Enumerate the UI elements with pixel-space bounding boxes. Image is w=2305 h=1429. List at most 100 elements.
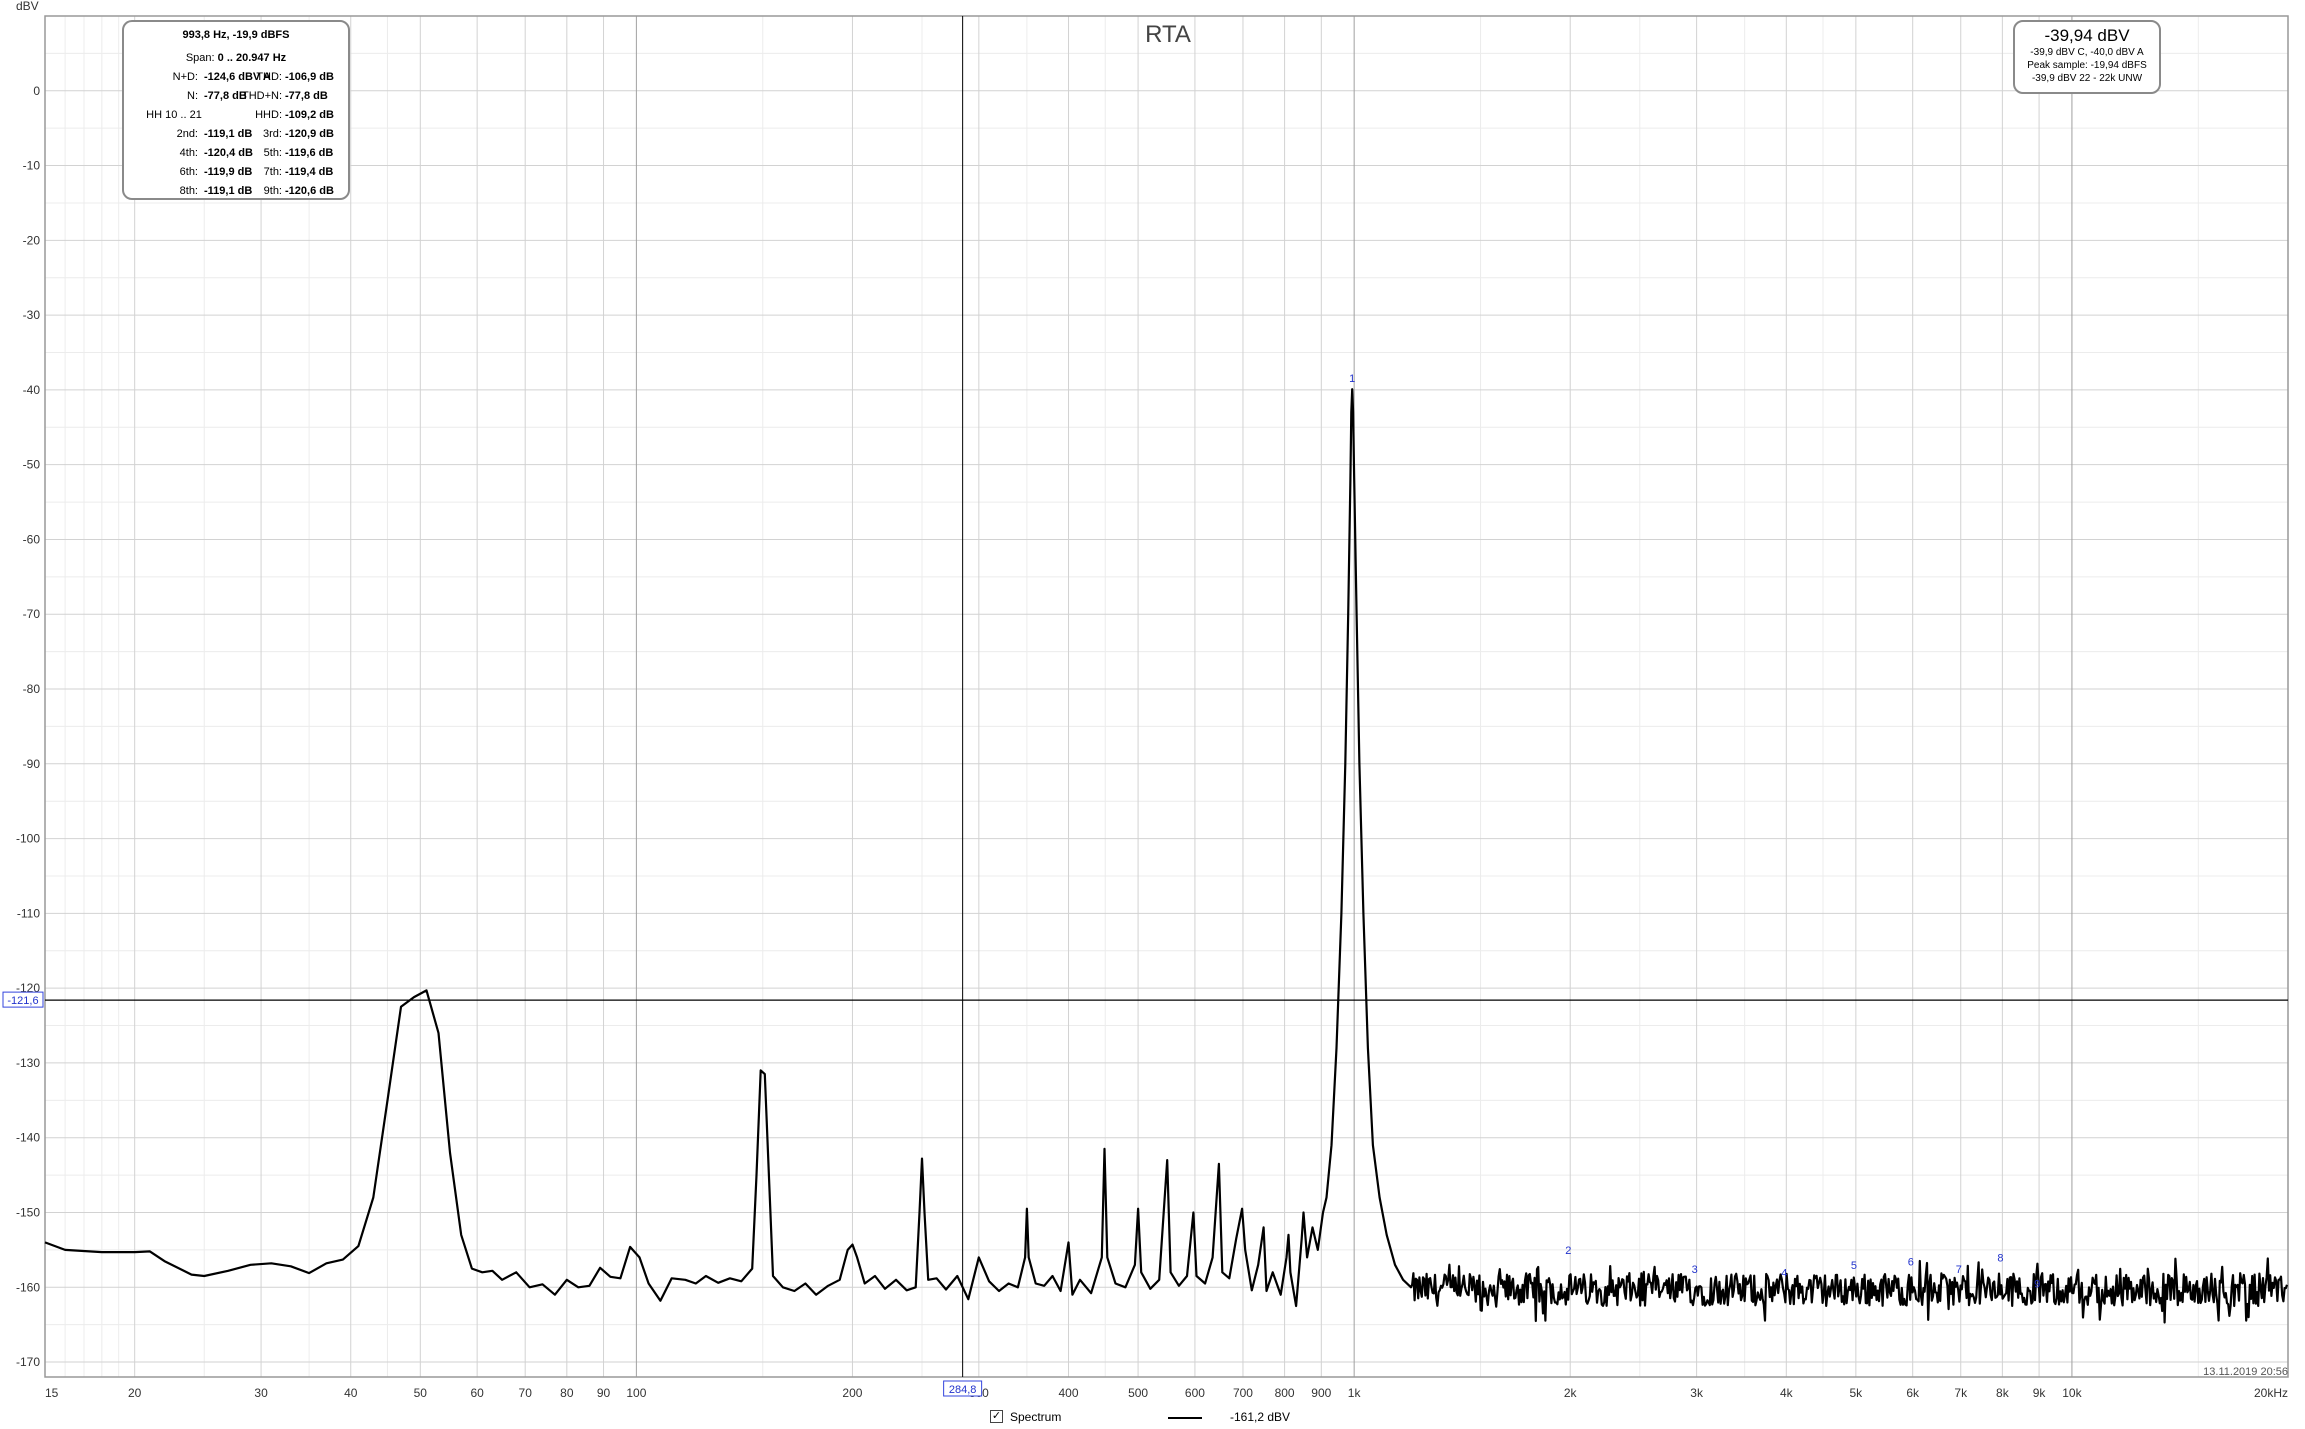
harmonic-marker-label: 5 (1851, 1260, 1857, 1272)
y-tick-label: -40 (23, 383, 41, 397)
level-peak-sample: Peak sample: -19,94 dBFS (2027, 60, 2147, 71)
stat-value: -119,4 dB (285, 166, 334, 178)
stat-value: -119,1 dB (204, 185, 253, 197)
stat-label: 3rd: (263, 128, 282, 140)
x-tick-label: 20kHz (2254, 1386, 2288, 1400)
span-label: Span: (185, 52, 215, 64)
y-tick-label: -70 (23, 607, 41, 621)
y-tick-label: -100 (16, 832, 40, 846)
rta-chart: 0 -10 -20 -30 -40 -50 -60 -70 -80 -90 -100 -110 -120… (2, 0, 2289, 1400)
x-tick-label: 20 (128, 1386, 142, 1400)
fundamental-readout: 993,8 Hz, -19,9 dBFS (182, 29, 290, 41)
x-tick-label: 1k (1348, 1386, 1362, 1400)
span-readout: Span: 0 .. 20.947 Hz (124, 49, 348, 68)
x-tick-label: 600 (1185, 1386, 1205, 1400)
span-value: 0 .. 20.947 Hz (217, 52, 287, 64)
harmonic-marker-label: 7 (1956, 1264, 1962, 1276)
y-tick-label: -140 (16, 1131, 40, 1145)
stat-value: -77,8 dB (285, 90, 328, 102)
legend-label: Spectrum (1010, 1410, 1062, 1424)
x-tick-label: 80 (560, 1386, 574, 1400)
harmonic-marker-label: 4 (1781, 1268, 1787, 1280)
y-tick-label: -20 (23, 233, 41, 247)
harmonic-marker-label: 8 (1997, 1253, 2003, 1265)
stat-label: N+D: (172, 71, 198, 83)
legend-value: -161,2 dBV (1230, 1410, 1291, 1424)
y-tick-label: -10 (23, 159, 41, 173)
x-tick-label: 4k (1780, 1386, 1794, 1400)
y-tick-label: 0 (33, 84, 40, 98)
x-tick-label: 3k (1690, 1386, 1704, 1400)
chart-title: RTA (1145, 21, 1191, 48)
stat-label: THD+N: (241, 90, 282, 102)
stat-value: -119,6 dB (285, 147, 334, 159)
distortion-stats-box: 993,8 Hz, -19,9 dBFS Span: 0 .. 20.947 H… (122, 20, 350, 200)
x-tick-label: 70 (519, 1386, 533, 1400)
x-tick-label: 50 (414, 1386, 428, 1400)
stats-row: 8th: -119,1 dB 9th: -120,6 dB (124, 182, 348, 201)
stats-row: 2nd: -119,1 dB 3rd: -120,9 dB (124, 125, 348, 144)
harmonic-marker-label: 6 (1908, 1256, 1914, 1268)
y-tick-labels: 0-10-20-30-40-50-60-70-80-90-100-110-120… (16, 84, 40, 1369)
spectrum-trace (44, 388, 2289, 1324)
y-tick-label: -30 (23, 308, 41, 322)
x-tick-label: 10k (2062, 1386, 2082, 1400)
stat-label: 9th: (263, 185, 282, 197)
x-tick-label: 900 (1311, 1386, 1331, 1400)
y-tick-label: -170 (16, 1355, 40, 1369)
stat-label: 6th: (179, 166, 198, 178)
x-tick-label: 200 (842, 1386, 862, 1400)
stat-value: -119,9 dB (204, 166, 253, 178)
harmonic-marker-label: 3 (1692, 1264, 1698, 1276)
y-axis-label: dBV (16, 0, 39, 13)
stats-row: HH 10 .. 21 HHD: -109,2 dB (124, 106, 348, 125)
cursor-y-readout: -121,6 (7, 995, 38, 1007)
y-tick-label: -110 (17, 906, 40, 920)
x-tick-label: 6k (1906, 1386, 1920, 1400)
x-tick-label: 40 (344, 1386, 358, 1400)
x-tick-label: 100 (626, 1386, 646, 1400)
y-tick-label: -130 (16, 1056, 40, 1070)
x-tick-labels: 1520304050607080901002003004005006007008… (45, 1386, 2288, 1400)
x-tick-label: 2k (1564, 1386, 1578, 1400)
stat-value: -119,1 dB (204, 128, 253, 140)
y-tick-label: -160 (16, 1280, 40, 1294)
harmonic-markers: 1 2 3 4 5 6 7 8 9 (1349, 373, 2040, 1291)
x-tick-label: 90 (597, 1386, 611, 1400)
harmonic-marker-label: 2 (1565, 1245, 1571, 1257)
harmonic-marker-label: 9 (2034, 1279, 2040, 1291)
stat-label: 4th: (179, 147, 198, 159)
x-tick-label: 7k (1954, 1386, 1968, 1400)
x-tick-label: 15 (45, 1386, 59, 1400)
y-tick-label: -150 (16, 1205, 40, 1219)
x-tick-label: 500 (1128, 1386, 1148, 1400)
stat-value: -109,2 dB (285, 109, 334, 121)
stat-label: THD: (256, 71, 282, 83)
cursor-layer[interactable]: -121,6 284,8 (2, 16, 2288, 1397)
stat-value: -120,9 dB (285, 128, 334, 140)
y-tick-label: -80 (23, 682, 41, 696)
stat-label: 2nd: (176, 128, 198, 140)
stat-value: -77,8 dB (204, 90, 247, 102)
x-tick-label: 30 (254, 1386, 268, 1400)
y-tick-label: -50 (23, 458, 41, 472)
stats-row: N: -77,8 dB THD+N: -77,8 dB (124, 87, 348, 106)
x-tick-label: 400 (1059, 1386, 1079, 1400)
level-unweighted: -39,9 dBV 22 - 22k UNW (2031, 73, 2143, 84)
stat-value: -120,4 dB (204, 147, 253, 159)
level-main: -39,94 dBV (2044, 26, 2130, 45)
stats-row: 6th: -119,9 dB 7th: -119,4 dB (124, 163, 348, 182)
cursor-x-readout: 284,8 (949, 1384, 977, 1396)
level-weighted: -39,9 dBV C, -40,0 dBV A (2030, 47, 2144, 58)
x-tick-label: 9k (2033, 1386, 2047, 1400)
stat-label: 5th: (263, 147, 282, 159)
stat-label: 8th: (179, 185, 198, 197)
x-tick-label: 8k (1996, 1386, 2010, 1400)
stat-label: N: (187, 90, 198, 102)
level-readout-box: -39,94 dBV -39,9 dBV C, -40,0 dBV A Peak… (2013, 20, 2161, 94)
legend-line-swatch (1168, 1417, 1202, 1419)
y-tick-label: -90 (23, 757, 41, 771)
x-tick-label: 700 (1233, 1386, 1253, 1400)
spectrum-checkbox[interactable]: ✓ (990, 1410, 1003, 1423)
stats-row: 4th: -120,4 dB 5th: -119,6 dB (124, 144, 348, 163)
